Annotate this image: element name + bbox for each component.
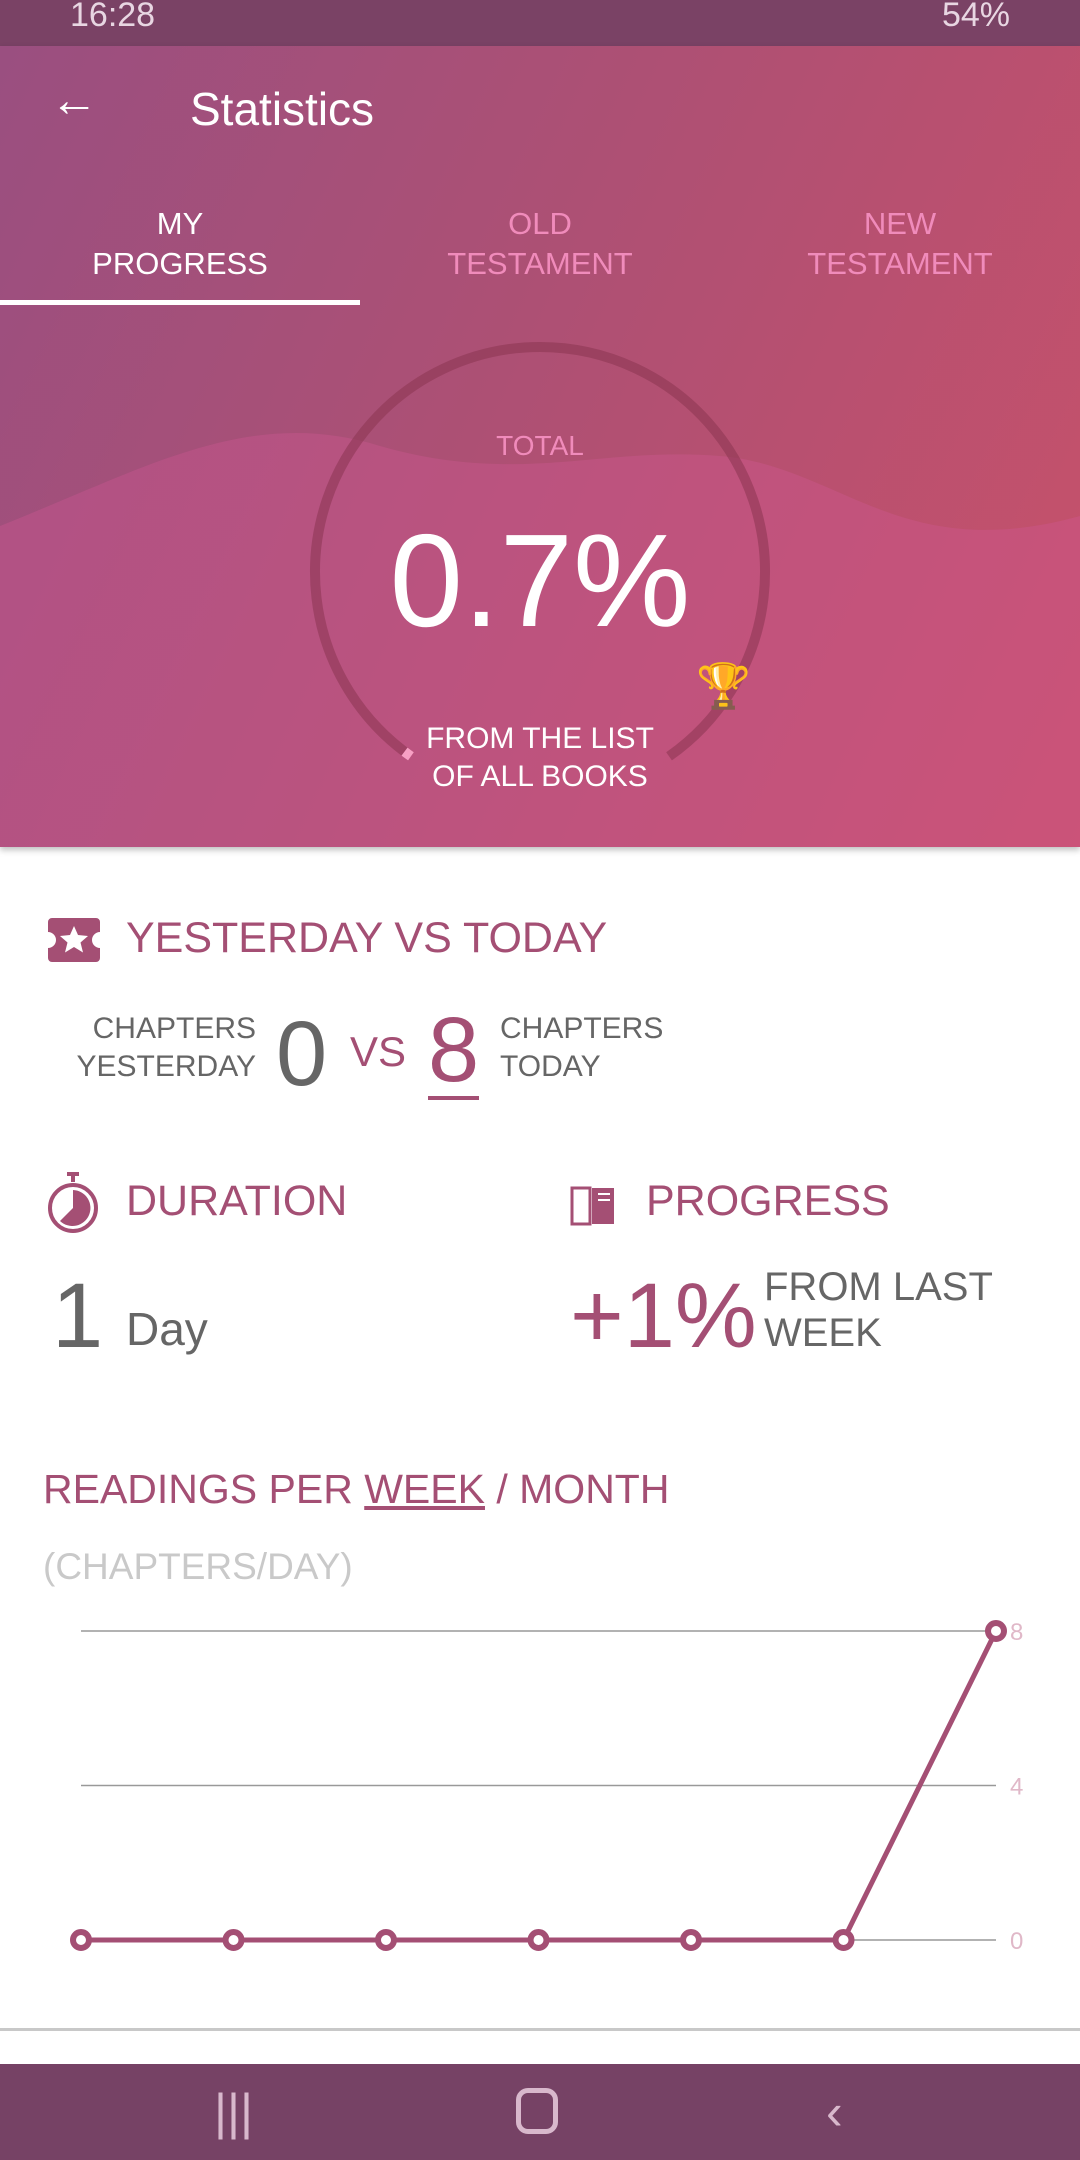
data-point	[985, 1620, 1007, 1642]
section-title-progress: PROGRESS	[646, 1177, 890, 1225]
total-caption: FROM THE LIST OF ALL BOOKS	[340, 720, 740, 796]
data-point	[375, 1929, 397, 1951]
progress-value: +1%	[570, 1265, 757, 1367]
open-book-icon	[570, 1186, 614, 1226]
total-label: TOTAL	[496, 430, 584, 461]
home-button[interactable]	[516, 2088, 558, 2134]
label-line: CHAPTERS	[500, 1012, 664, 1045]
total-percent: 0.7%	[389, 507, 691, 654]
chapters-today-value: 8	[428, 999, 480, 1101]
caption-line: FROM LAST	[764, 1265, 993, 1309]
recent-apps-button[interactable]: |||	[214, 2084, 253, 2140]
y-tick-label: 0	[1010, 1928, 1023, 1955]
data-point	[527, 1929, 550, 1951]
caption-line: WEEK	[764, 1311, 882, 1355]
status-time: 16:28	[70, 0, 156, 34]
readings-chart: 0 4 8	[70, 1619, 1023, 1955]
back-nav-button[interactable]: ‹	[826, 2084, 843, 2140]
month-toggle[interactable]: / MONTH	[485, 1466, 669, 1512]
caption-line: OF ALL BOOKS	[432, 760, 648, 793]
data-point	[222, 1929, 245, 1951]
status-battery: 54%	[941, 0, 1010, 34]
chapters-yesterday-label: CHAPTERS YESTERDAY	[60, 1010, 257, 1086]
y-tick-label: 8	[1010, 1619, 1023, 1646]
data-point	[70, 1929, 92, 1951]
system-nav-bar: ||| ‹	[0, 2064, 1080, 2160]
chapters-today-label: CHAPTERS TODAY	[500, 1010, 663, 1086]
label-line: CHAPTERS	[92, 1012, 256, 1045]
progress-caption: FROM LAST WEEK	[764, 1264, 993, 1356]
data-point	[680, 1929, 702, 1951]
chapters-yesterday-value: 0	[276, 1003, 328, 1105]
label-line: YESTERDAY	[76, 1050, 257, 1083]
chart-title: READINGS PER WEEK / MONTH	[43, 1466, 669, 1513]
duration-unit: Day	[126, 1303, 208, 1355]
week-toggle[interactable]: WEEK	[364, 1466, 485, 1512]
duration-value: 1	[52, 1265, 104, 1367]
section-title-duration: DURATION	[126, 1177, 348, 1225]
section-title-yesterday-vs-today: YESTERDAY VS TODAY	[126, 914, 608, 962]
y-tick-label: 4	[1010, 1774, 1023, 1801]
status-bar: 16:28 54%	[0, 0, 1080, 46]
label-line: TODAY	[500, 1050, 601, 1083]
ticket-star-icon	[48, 918, 100, 962]
caption-line: FROM THE LIST	[426, 722, 654, 755]
divider	[0, 2028, 1080, 2031]
data-point	[832, 1929, 855, 1951]
progress-header: ← Statistics MY PROGRESS OLD TESTAMENT NEW…	[0, 46, 1080, 847]
vs-label: VS	[350, 1028, 407, 1075]
trophy-icon: 🏆	[696, 662, 751, 711]
stopwatch-icon	[48, 1172, 98, 1233]
chart-subtitle: (CHAPTERS/DAY)	[43, 1546, 353, 1587]
title-text: READINGS PER	[43, 1466, 365, 1512]
